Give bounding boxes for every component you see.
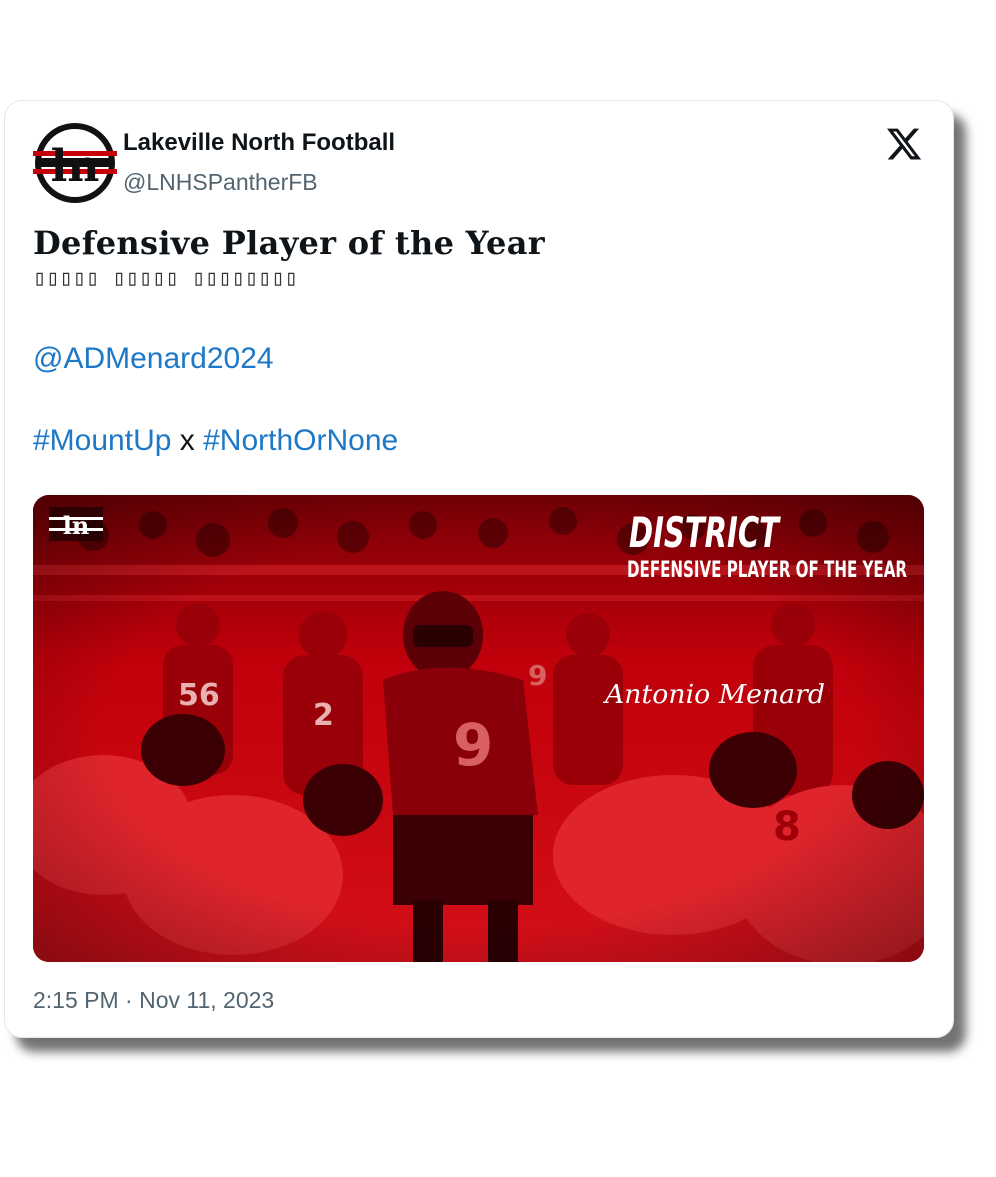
- x-logo-icon[interactable]: [885, 125, 923, 163]
- tweet-headline: Defensive Player of the Year: [33, 224, 545, 262]
- hashtag-link-mountup[interactable]: #MountUp: [33, 424, 171, 457]
- avatar[interactable]: ln: [33, 121, 117, 205]
- football-player-graphic: 56 2 9 9: [33, 495, 924, 962]
- hashtag-separator: x: [179, 424, 195, 457]
- author-handle[interactable]: @LNHSPantherFB: [123, 169, 318, 196]
- ln-badge-icon: ln: [49, 507, 103, 541]
- avatar-monogram: ln: [51, 141, 100, 192]
- tweet-subline: ▯▯▯▯▯ ▯▯▯▯▯ ▯▯▯▯▯▯▯▯: [33, 266, 298, 291]
- tweet-media-image[interactable]: 56 2 9 9: [33, 495, 924, 962]
- tweet-card: ln Lakeville North Football @LNHSPanther…: [4, 100, 954, 1038]
- media-badge: ln: [63, 511, 90, 540]
- media-title-district: DISTRICT: [629, 508, 781, 557]
- hashtag-link-northornone[interactable]: #NorthOrNone: [203, 424, 398, 457]
- mention-link[interactable]: @ADMenard2024: [33, 342, 274, 375]
- tweet-timestamp[interactable]: 2:15 PM · Nov 11, 2023: [33, 987, 274, 1014]
- author-display-name[interactable]: Lakeville North Football: [123, 129, 395, 157]
- media-title-award: DEFENSIVE PLAYER OF THE YEAR: [627, 558, 907, 583]
- tweet-text: Defensive Player of the Year ▯▯▯▯▯ ▯▯▯▯▯…: [33, 223, 923, 461]
- media-player-name: Antonio Menard: [603, 680, 825, 710]
- lakeville-north-logo-icon: ln: [33, 123, 117, 203]
